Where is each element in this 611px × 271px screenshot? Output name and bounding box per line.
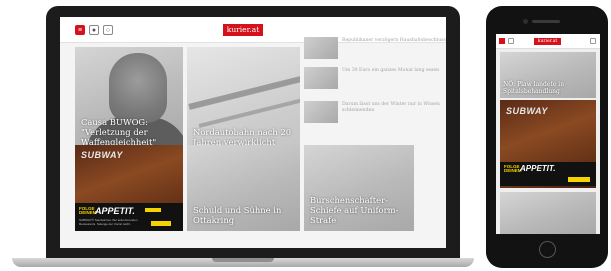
user-icon[interactable]: ● bbox=[89, 25, 99, 35]
ad-tagline-main: APPETIT. bbox=[520, 164, 556, 173]
side-article-title: Darum lässt uns der Winter nur in Wissen… bbox=[342, 102, 440, 113]
mobile-article-tile[interactable] bbox=[500, 192, 596, 234]
article-tile-buwog[interactable]: Causa BUWOG: "Verletzung der Waffengleic… bbox=[75, 47, 183, 153]
article-tile-ottakring[interactable]: Schuld und Sühne in Ottakring bbox=[187, 145, 300, 231]
article-title: Nordautobahn nach 20 Jahren verwirklicht bbox=[193, 127, 292, 147]
side-article-thumb bbox=[304, 37, 338, 59]
side-article-item[interactable]: Republikaner verzögern Haushaltsbeschlus… bbox=[304, 37, 446, 59]
hamburger-icon[interactable] bbox=[499, 38, 505, 44]
ad-black-band: FOLGE DEINEM APPETIT. bbox=[500, 162, 596, 186]
search-icon[interactable] bbox=[590, 38, 596, 44]
user-icon[interactable] bbox=[508, 38, 514, 44]
phone-home-button[interactable] bbox=[539, 241, 556, 258]
laptop-screen: ≡ ● ○ kurier.at Causa BUWOG: "Verletzung… bbox=[60, 17, 446, 248]
ad-brand-logo: SUBWAY bbox=[81, 150, 123, 160]
mobile-header: kurier.at bbox=[496, 34, 600, 49]
subway-ad[interactable]: SUBWAY FOLGE DEINEM APPETIT. SUBWAY® San… bbox=[75, 145, 183, 231]
article-tile-burschenschafter[interactable]: Burschenschafter-Schiefe auf Uniform-Str… bbox=[304, 145, 414, 231]
mobile-subway-ad[interactable]: SUBWAY FOLGE DEINEM APPETIT. bbox=[500, 100, 596, 188]
phone-speaker bbox=[532, 20, 560, 23]
phone-screen: kurier.at NÖ: Plaw landete in Spitalsbeh… bbox=[496, 34, 600, 234]
ad-brand-logo: SUBWAY bbox=[506, 106, 548, 116]
side-article-item[interactable]: Um 39 Euro ein ganzes Monat lang essen bbox=[304, 67, 446, 89]
mobile-article-tile[interactable]: NÖ: Plaw landete in Spitalsbehandlung bbox=[500, 52, 596, 98]
article-title: Schuld und Sühne in Ottakring bbox=[193, 205, 282, 225]
ad-tagline-mid: DEINEM bbox=[79, 210, 97, 215]
laptop-hinge-notch bbox=[212, 258, 274, 262]
hamburger-icon[interactable]: ≡ bbox=[75, 25, 85, 35]
ad-cta-bar bbox=[151, 221, 171, 226]
portrait-face bbox=[109, 53, 167, 123]
phone-camera bbox=[523, 19, 528, 24]
ad-tagline-mid: DEINEM bbox=[504, 168, 522, 173]
ad-arrow-icon bbox=[145, 208, 161, 212]
article-title: Causa BUWOG: "Verletzung der Waffengleic… bbox=[81, 117, 157, 147]
search-icon[interactable]: ○ bbox=[103, 25, 113, 35]
mobile-article-title: NÖ: Plaw landete in Spitalsbehandlung bbox=[503, 81, 565, 95]
article-tile-nordautobahn[interactable]: Nordautobahn nach 20 Jahren verwirklicht bbox=[187, 47, 300, 153]
device-mockup-stage: ≡ ● ○ kurier.at Causa BUWOG: "Verletzung… bbox=[0, 0, 611, 271]
mobile-site-logo[interactable]: kurier.at bbox=[534, 38, 561, 45]
ad-tagline-main: APPETIT. bbox=[95, 206, 135, 216]
side-article-thumb bbox=[304, 101, 338, 123]
site-logo[interactable]: kurier.at bbox=[223, 24, 263, 36]
side-article-title: Republikaner verzögern Haushaltsbeschlus… bbox=[342, 38, 446, 43]
side-article-thumb bbox=[304, 67, 338, 89]
article-title: Burschenschafter-Schiefe auf Uniform-Str… bbox=[310, 195, 399, 225]
ad-black-band: FOLGE DEINEM APPETIT. SUBWAY® Sandwiches… bbox=[75, 203, 183, 231]
ad-fine-print: SUBWAY® Sandwiches. Bei teilnehmenden Re… bbox=[79, 218, 138, 226]
side-article-title: Um 39 Euro ein ganzes Monat lang essen bbox=[342, 68, 440, 73]
side-article-item[interactable]: Darum lässt uns der Winter nur in Wissen… bbox=[304, 101, 446, 123]
motorway-lane bbox=[198, 90, 300, 128]
ad-cta-bar bbox=[568, 177, 590, 182]
